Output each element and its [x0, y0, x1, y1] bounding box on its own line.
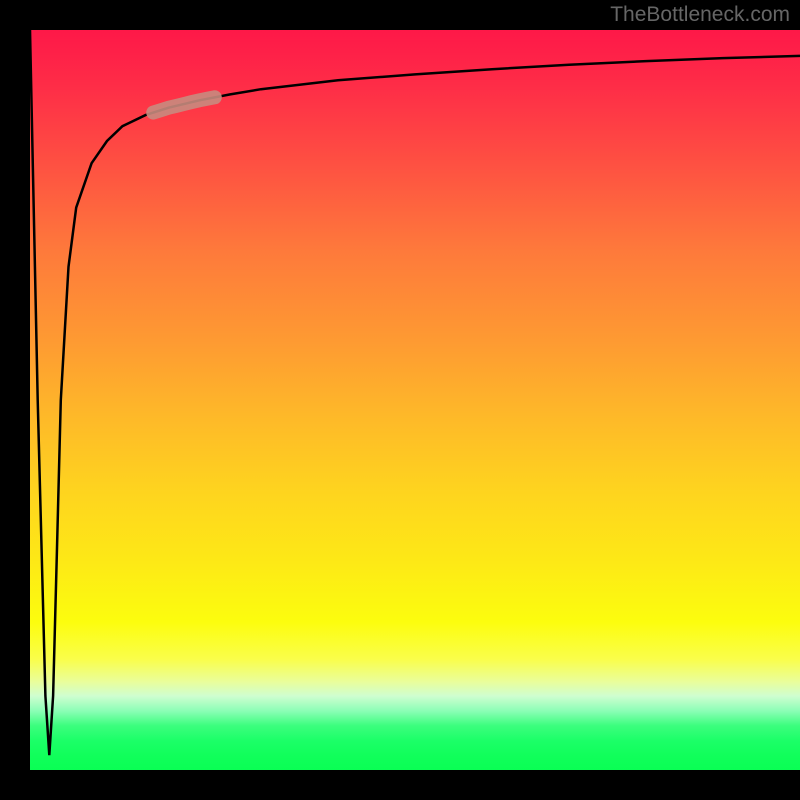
- gradient-background: [30, 30, 800, 770]
- plot-area: [30, 30, 800, 770]
- watermark-text: TheBottleneck.com: [610, 3, 790, 27]
- chart-container: [30, 30, 800, 770]
